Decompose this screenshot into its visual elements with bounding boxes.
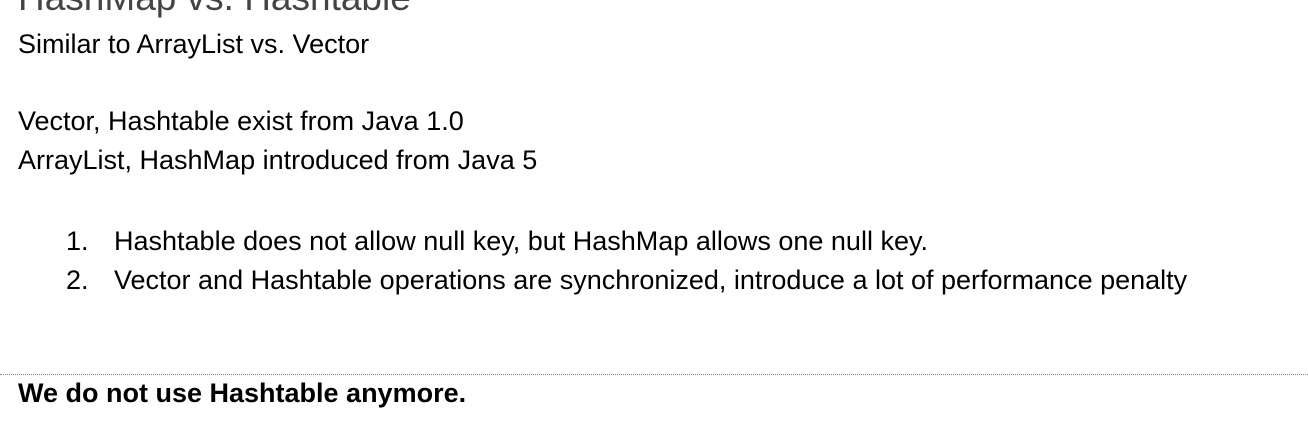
document-page: HashMap vs. Hashtable Similar to ArrayLi… (0, 0, 1308, 432)
page-title: HashMap vs. Hashtable (18, 0, 411, 18)
list-item-number: 2. (66, 265, 89, 295)
list-item: 1. Hashtable does not allow null key, bu… (0, 222, 1214, 261)
list-item: 2. Vector and Hashtable operations are s… (0, 261, 1214, 300)
history-line-1: Vector, Hashtable exist from Java 1.0 (18, 106, 464, 136)
list-item-number: 1. (66, 226, 89, 256)
differences-list: 1. Hashtable does not allow null key, bu… (0, 222, 1214, 300)
history-line-2: ArrayList, HashMap introduced from Java … (18, 145, 538, 175)
conclusion-text: We do not use Hashtable anymore. (18, 378, 467, 408)
list-item-text: Hashtable does not allow null key, but H… (114, 226, 928, 256)
list-item-text: Vector and Hashtable operations are sync… (114, 265, 1188, 295)
dotted-divider (0, 374, 1308, 375)
intro-text: Similar to ArrayList vs. Vector (18, 29, 370, 59)
